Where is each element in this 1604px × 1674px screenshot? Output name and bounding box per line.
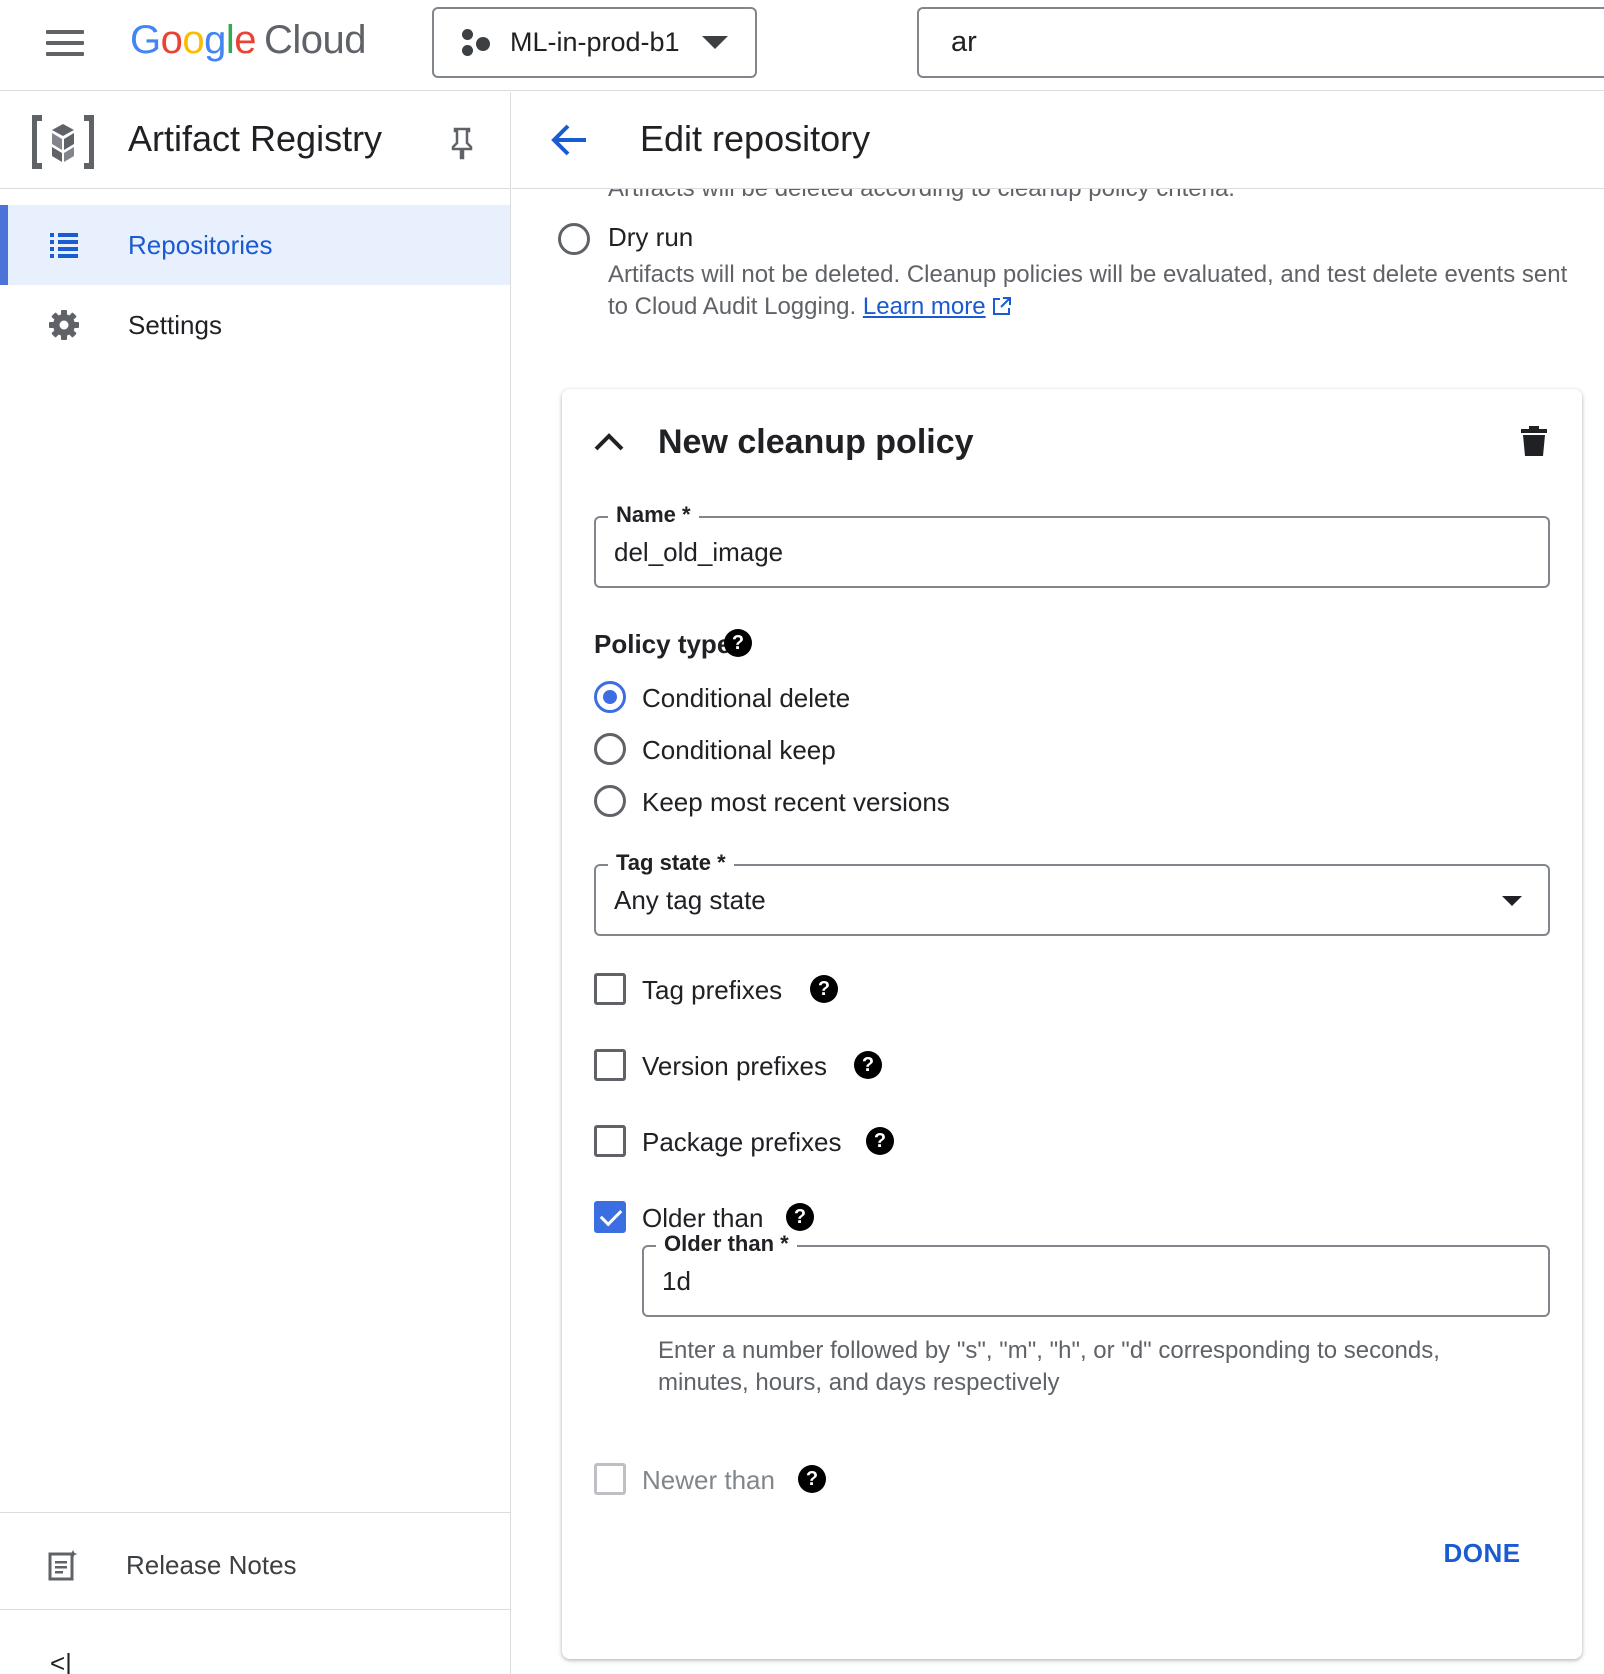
older-than-field-label: Older than * <box>656 1231 797 1257</box>
policy-title: New cleanup policy <box>658 423 974 461</box>
help-icon[interactable]: ? <box>798 1465 826 1493</box>
list-icon <box>50 233 78 258</box>
version-prefixes-checkbox[interactable] <box>594 1049 626 1081</box>
help-icon[interactable]: ? <box>866 1127 894 1155</box>
tag-prefixes-label: Tag prefixes <box>642 975 783 1005</box>
conditional-delete-radio[interactable] <box>594 681 626 713</box>
external-link-icon[interactable] <box>992 296 1012 316</box>
sidebar: Artifact Registry Repositories Settings <box>0 92 511 1674</box>
product-title: Artifact Registry <box>128 118 383 159</box>
name-field-label: Name * <box>608 502 699 528</box>
policy-type-label: Policy type <box>594 629 732 659</box>
package-prefixes-checkbox[interactable] <box>594 1125 626 1157</box>
main-content[interactable]: Artifacts will be deleted according to c… <box>512 189 1604 1674</box>
release-notes-link[interactable]: Release Notes <box>0 1516 510 1614</box>
sidebar-item-label: Settings <box>128 309 222 340</box>
tag-state-value: Any tag state <box>614 885 766 915</box>
sidebar-item-repositories[interactable]: Repositories <box>0 205 510 285</box>
dropdown-arrow-icon <box>1502 896 1522 906</box>
chevron-up-icon[interactable] <box>592 429 626 455</box>
conditional-delete-label: Conditional delete <box>642 683 851 713</box>
help-icon[interactable]: ? <box>786 1203 814 1231</box>
page-title: Edit repository <box>640 118 871 159</box>
tag-state-select[interactable]: Tag state * Any tag state <box>594 850 1550 936</box>
gear-icon <box>49 310 79 340</box>
sidebar-item-label: Repositories <box>128 229 273 260</box>
help-icon[interactable]: ? <box>724 629 752 657</box>
done-button[interactable]: DONE <box>1422 1529 1542 1577</box>
tag-state-label: Tag state * <box>608 850 734 876</box>
release-notes-label: Release Notes <box>126 1549 297 1580</box>
cleanup-policy-card: New cleanup policy Name * del_old_image … <box>562 389 1582 1659</box>
top-app-bar: Google Cloud ML-in-prod-b1 ar <box>0 0 1604 91</box>
name-field-value: del_old_image <box>614 537 784 567</box>
project-picker-button[interactable]: ML-in-prod-b1 <box>432 7 757 78</box>
conditional-keep-radio[interactable] <box>594 733 626 765</box>
delete-mode-description: Artifacts will be deleted according to c… <box>608 189 1235 203</box>
google-cloud-logo[interactable]: Google Cloud <box>130 18 367 63</box>
project-icon <box>460 28 494 58</box>
version-prefixes-label: Version prefixes <box>642 1051 827 1081</box>
dry-run-description: Artifacts will not be deleted. Cleanup p… <box>608 259 1568 323</box>
dry-run-radio[interactable] <box>558 223 590 255</box>
package-prefixes-label: Package prefixes <box>642 1127 842 1157</box>
project-name: ML-in-prod-b1 <box>510 27 680 57</box>
name-field[interactable]: Name * del_old_image <box>594 502 1550 588</box>
newer-than-checkbox[interactable] <box>594 1463 626 1495</box>
older-than-input[interactable]: Older than * 1d <box>642 1231 1550 1317</box>
conditional-keep-label: Conditional keep <box>642 735 836 765</box>
newer-than-label: Newer than <box>642 1465 775 1495</box>
learn-more-link[interactable]: Learn more <box>863 293 986 320</box>
trash-icon[interactable] <box>1520 425 1548 457</box>
help-icon[interactable]: ? <box>810 975 838 1003</box>
artifact-registry-logo-icon <box>32 115 94 169</box>
tag-prefixes-checkbox[interactable] <box>594 973 626 1005</box>
page-header: Edit repository <box>512 92 1604 189</box>
older-than-value: 1d <box>662 1266 691 1296</box>
sidebar-header: Artifact Registry <box>0 92 510 189</box>
dry-run-label: Dry run <box>608 222 694 252</box>
older-than-hint: Enter a number followed by "s", "m", "h"… <box>658 1337 1440 1396</box>
divider <box>0 1609 510 1610</box>
dry-run-desc-text: Artifacts will not be deleted. Cleanup p… <box>608 261 1568 320</box>
sidebar-item-settings[interactable]: Settings <box>0 285 510 365</box>
older-than-checkbox[interactable] <box>594 1201 626 1233</box>
divider <box>0 1512 510 1513</box>
collapse-sidebar-icon[interactable]: <| <box>50 1648 72 1674</box>
search-input[interactable]: ar <box>917 7 1604 78</box>
release-notes-icon <box>48 1550 78 1581</box>
older-than-checkbox-label: Older than <box>642 1203 764 1233</box>
search-value: ar <box>951 26 977 58</box>
back-arrow-icon[interactable] <box>550 122 590 158</box>
dropdown-arrow-icon <box>701 36 728 49</box>
pin-icon[interactable] <box>448 126 476 160</box>
keep-recent-label: Keep most recent versions <box>642 787 950 817</box>
help-icon[interactable]: ? <box>854 1051 882 1079</box>
keep-recent-radio[interactable] <box>594 785 626 817</box>
main-menu-icon[interactable] <box>46 30 84 56</box>
